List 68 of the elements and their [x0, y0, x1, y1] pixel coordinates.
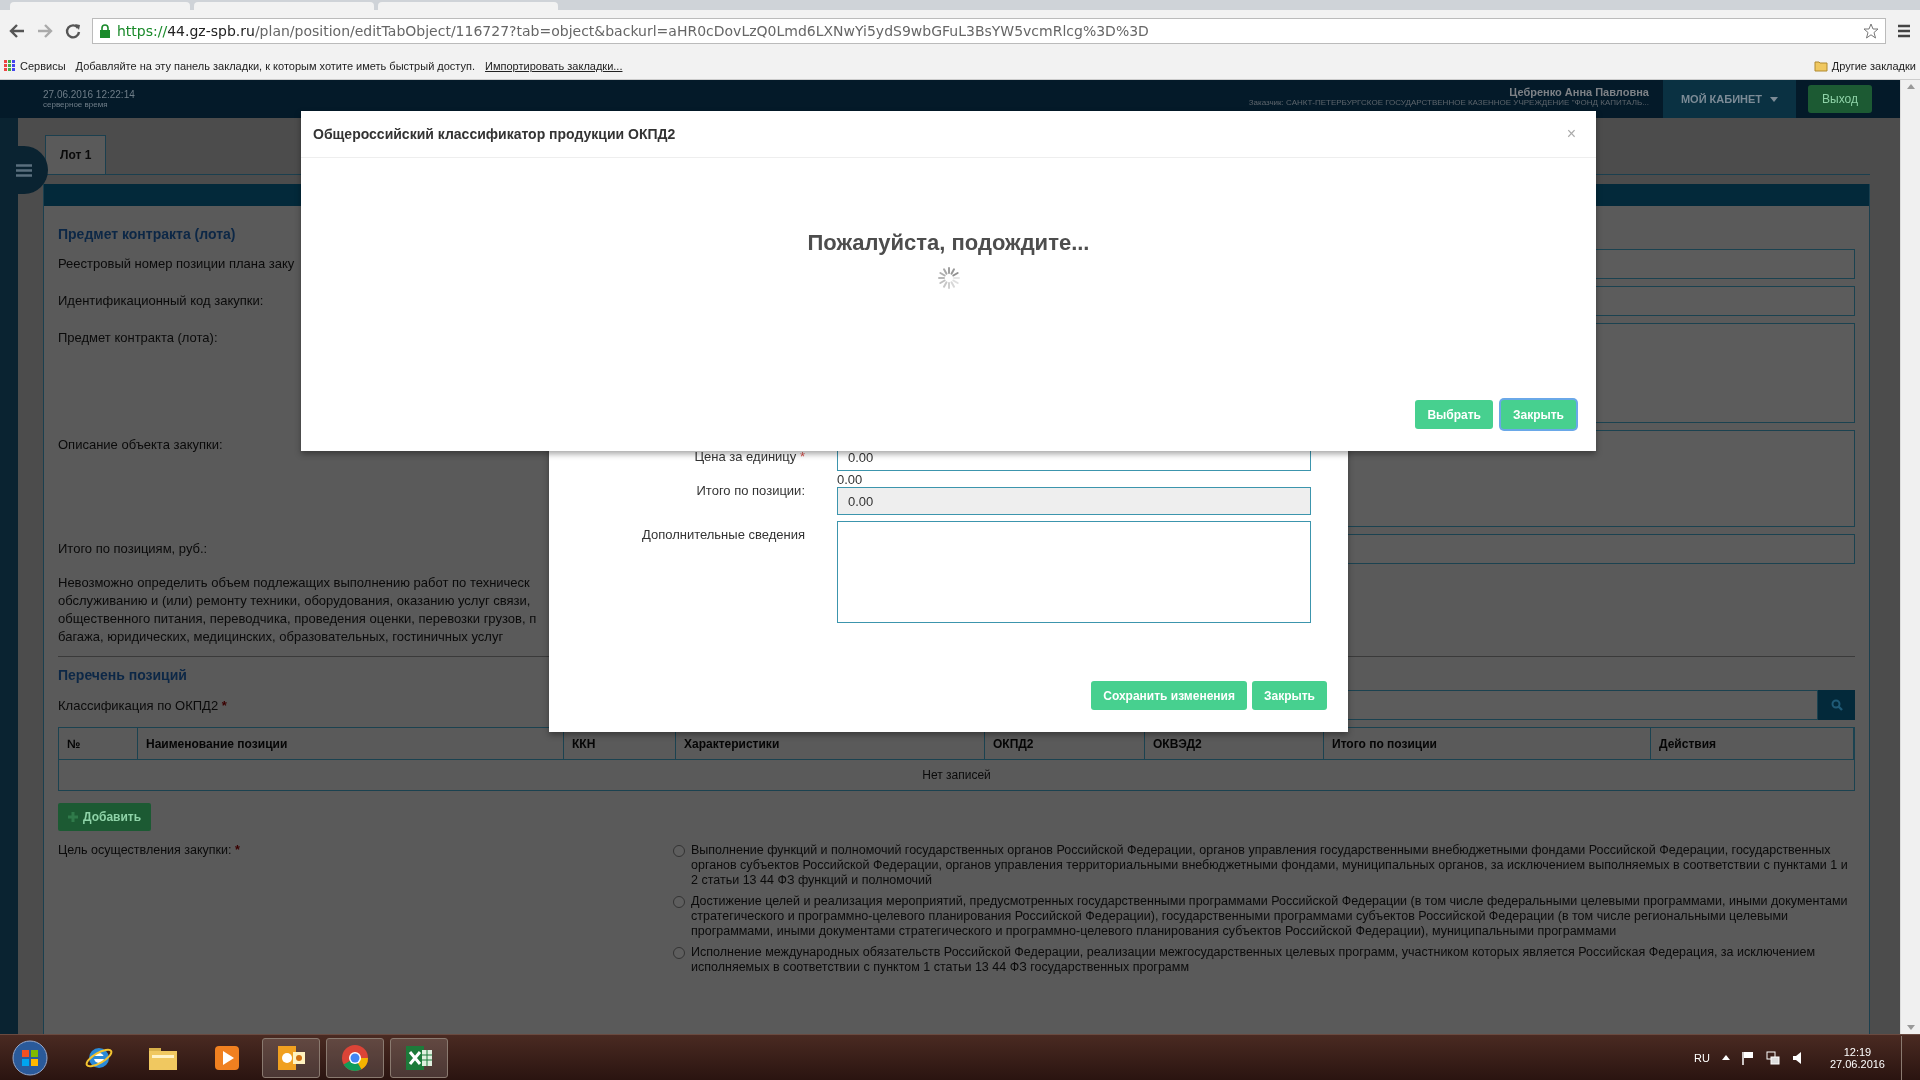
start-orb-icon — [12, 1039, 48, 1076]
search-icon — [1830, 699, 1843, 711]
value-caption: 0.00 — [837, 473, 864, 487]
field-label: Цена за единицу * — [693, 448, 805, 466]
section-title: Перечень позиций — [58, 667, 188, 683]
bookmarks-hint: Добавляйте на эту панель закладки, к которым хотите иметь быстрый доступ. — [75, 59, 476, 72]
other-bookmarks-link[interactable]: Другие закладки — [1831, 59, 1916, 72]
flag-icon[interactable] — [1741, 1050, 1754, 1065]
menu-icon — [16, 163, 32, 177]
caret-icon[interactable] — [1721, 1055, 1730, 1060]
customer-name: Заказчик: САНКТ-ПЕТЕРБУРГСКОЕ ГОСУДАРСТВЕННОЕ КАЗЕННОЕ УЧРЕЖДЕНИЕ "ФОНД КАПИТАЛЬ... — [1248, 97, 1649, 107]
lock-icon — [99, 24, 111, 38]
column-header: № — [59, 728, 138, 760]
user-name: Цебренко Анна Павловна — [1509, 85, 1649, 98]
menu-icon[interactable] — [1896, 23, 1912, 39]
chrome-browser-icon — [340, 1042, 370, 1073]
field-label: Предмет контракта (лота): — [58, 329, 219, 347]
empty-message: Нет записей — [921, 767, 992, 784]
star-icon[interactable] — [1863, 23, 1879, 39]
text-area[interactable] — [837, 521, 1311, 623]
field-label: Описание объекта закупки: — [58, 436, 224, 454]
field-label: Дополнительные сведения — [640, 526, 805, 544]
cabinet-menu-button[interactable]: МОЙ КАБИНЕТ — [1662, 80, 1797, 118]
add-button[interactable]: Добавить — [58, 803, 152, 831]
option-label[interactable]: Выполнение функций и полномочий государственных органов Российской Федерации, органов управления государственными внебюджетными фондами Российской Федерации, государственных органов субъектов Российской Федерации, органов управления территориальными внебюджетными фондами, муниципальных органов, за исключением выполняемых в соответствии с пунктами 1 и 2 статьи 13 44 ФЗ функций и полномочий — [691, 843, 1855, 888]
folder-icon — [1813, 59, 1828, 72]
radio-button[interactable] — [673, 947, 685, 959]
taskbar-button[interactable] — [326, 1037, 384, 1078]
apps-link[interactable]: Сервисы — [20, 59, 66, 72]
clock-time[interactable]: 12:19 — [1843, 1045, 1872, 1058]
clock-date[interactable]: 27.06.2016 — [1829, 1057, 1885, 1070]
option-label[interactable]: Достижение целей и реализация мероприятий, предусмотренных государственными программами Российской Федерации (в том числе федеральными целевыми программами, иными документами стратегического и программно-целевого планирования Российской Федерации), государственными программами субъектов Российской Федерации (в том числе региональными целевыми программами, иными документами стратегического и программно-целевого планирования субъектов Российской Федерации), муниципальными программами — [691, 894, 1855, 939]
field-label: Идентификационный код закупки: — [58, 292, 265, 310]
speaker-icon[interactable] — [1791, 1050, 1804, 1065]
media-player-icon — [214, 1044, 240, 1071]
reload-icon[interactable] — [64, 22, 82, 40]
tab[interactable]: Лот 1 — [45, 135, 107, 174]
url-text: https://44.gz-spb.ru/plan/position/editTabObject/116727?tab=object&backurl=aHR0cDovLzQ0Lmd6LXNwYi5ydS9wbGFuL3BsYW5vcmRlcg%3D%3D — [117, 23, 1150, 39]
field-label: Цель осуществления закупки: * — [58, 843, 241, 859]
caret-icon — [1770, 96, 1779, 102]
radio-button[interactable] — [673, 845, 685, 857]
taskbar-button[interactable] — [390, 1037, 448, 1078]
section-title: Предмет контракта (лота) — [58, 226, 237, 242]
network-icon[interactable] — [1765, 1050, 1780, 1065]
dialog-title: Общероссийский классификатор продукции ОКПД2 — [313, 126, 676, 142]
language-indicator[interactable]: RU — [1694, 1051, 1710, 1064]
taskbar-button[interactable] — [262, 1037, 320, 1078]
import-bookmarks-link[interactable]: Импортировать закладки... — [485, 59, 623, 72]
back-icon[interactable] — [8, 22, 26, 40]
loading-message: Пожалуйста, подождите... — [807, 230, 1090, 256]
address-bar[interactable]: https://44.gz-spb.ru/plan/position/editTabObject/116727?tab=object&backurl=aHR0cDovLzQ0Lmd6LXNwYi5ydS9wbGFuL3BsYW5vcmRlcg%3D%3D — [92, 18, 1886, 44]
mail-app-icon — [276, 1043, 306, 1072]
column-header: Действия — [1651, 728, 1854, 760]
spreadsheet-icon — [404, 1043, 434, 1072]
radio-button[interactable] — [673, 896, 685, 908]
apps-icon[interactable] — [4, 59, 16, 72]
logout-button[interactable]: Выход — [1808, 85, 1872, 113]
plus-icon — [68, 812, 78, 822]
close-button[interactable]: × — [1562, 125, 1580, 143]
option-label[interactable]: Исполнение международных обязательств Российской Федерации, реализации межгосударственных целевых программ, участником которых является Российская Федерация, за исключением исполняемых в соответствии с пунктом 1 статьи 13 44 ФЗ государственных программ — [691, 945, 1855, 975]
field-label: Итого по позициям, руб.: — [58, 540, 209, 558]
server-time: 27.06.2016 12:22:14 — [43, 89, 135, 100]
field-label: Итого по позиции: — [695, 482, 805, 500]
server-time-caption: серверное время — [43, 100, 109, 109]
field-label: Реестровый номер позиции плана заку — [58, 255, 296, 273]
spinner-icon — [936, 266, 961, 290]
field-label: Классификация по ОКПД2 * — [58, 697, 228, 713]
note-text: Невозможно определить объем подлежащих выполнению работ по техническ обслуживанию и (или) ремонту техники, оборудования, оказанию услуг связи, общественного питания, переводчика, проведения оценки, перевозки грузов, п багажа, юридических, медицинских, образовательных, гостиничных услуг — [58, 574, 537, 646]
